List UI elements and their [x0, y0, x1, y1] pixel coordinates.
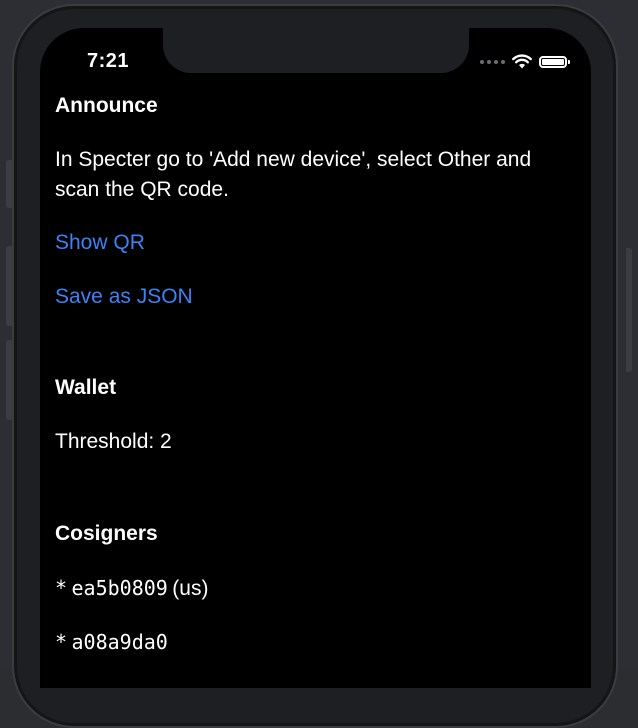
- show-qr-link[interactable]: Show QR: [55, 229, 145, 257]
- status-icons: [480, 54, 570, 69]
- volume-down-button: [6, 340, 12, 420]
- cosigner-item: * a08a9da0: [55, 627, 168, 657]
- status-time: 7:21: [87, 50, 130, 72]
- device-notch: [163, 28, 469, 73]
- volume-up-button: [6, 246, 12, 326]
- wifi-icon: [512, 54, 532, 69]
- wallet-heading: Wallet: [55, 376, 117, 399]
- announce-heading: Announce: [55, 94, 158, 117]
- battery-icon: [539, 55, 570, 68]
- announce-instructions: In Specter go to 'Add new device', selec…: [55, 148, 532, 201]
- cosigner-item: * ea5b0809 (us): [55, 573, 208, 604]
- power-button: [626, 248, 632, 372]
- cosigner-fingerprint: ea5b0809: [71, 576, 168, 600]
- app-screen: 7:21 Announce In Specter go to 'Add new …: [40, 28, 591, 688]
- cosigner-note: (us): [172, 577, 209, 600]
- cosigner-bullet: *: [55, 576, 68, 600]
- cosigners-heading: Cosigners: [55, 522, 158, 545]
- threshold-label: Threshold: 2: [55, 430, 172, 453]
- silent-switch: [6, 160, 12, 208]
- cosigner-fingerprint: a08a9da0: [71, 630, 168, 654]
- cellular-signal-icon: [480, 59, 505, 64]
- cosigner-bullet: *: [55, 630, 68, 654]
- save-as-json-link[interactable]: Save as JSON: [55, 283, 193, 311]
